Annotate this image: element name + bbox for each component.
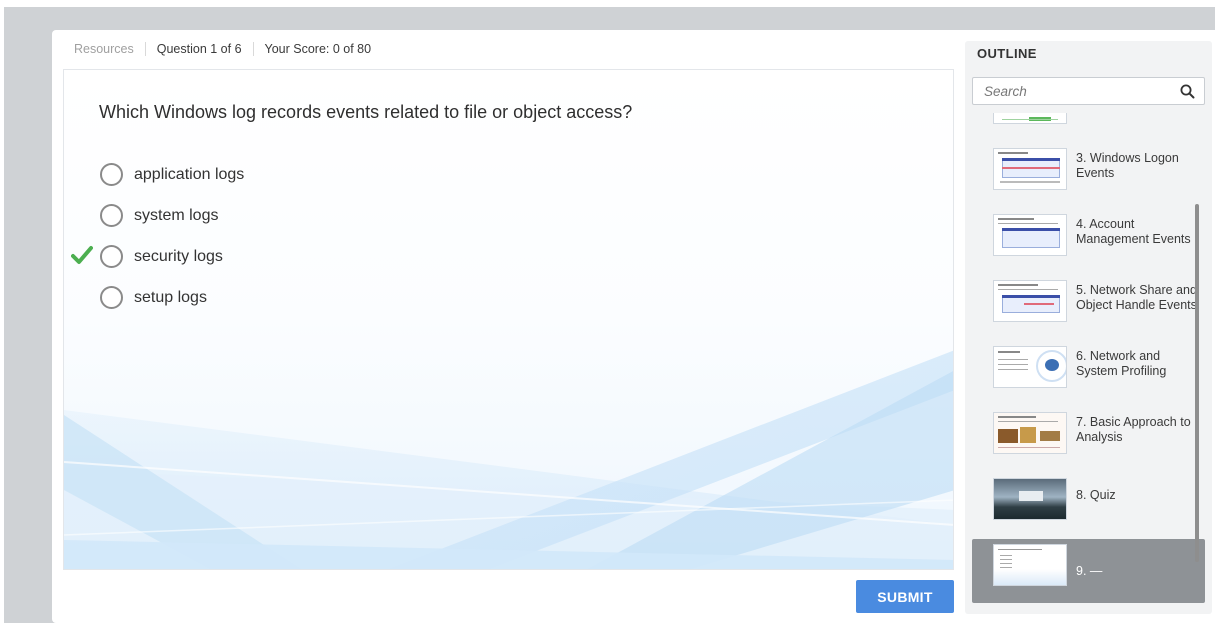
search-input[interactable]: [973, 78, 1173, 104]
option-label: setup logs: [134, 288, 207, 306]
answer-option[interactable]: system logs: [100, 195, 244, 236]
outline-title: OUTLINE: [977, 46, 1037, 61]
outline-item-account-management-events[interactable]: 4. Account Management Events: [972, 209, 1205, 273]
radio-button[interactable]: [100, 245, 123, 268]
outline-item-network-share-events[interactable]: 5. Network Share and Object Handle Event…: [972, 275, 1205, 339]
question-text: Which Windows log records events related…: [99, 102, 633, 122]
outline-item-partial[interactable]: [972, 113, 1205, 141]
outline-item-basic-approach[interactable]: 7. Basic Approach to Analysis: [972, 407, 1205, 471]
answer-options: application logs system logs security lo…: [71, 154, 244, 318]
outline-item-label: 5. Network Share and Object Handle Event…: [1076, 283, 1197, 312]
slide-thumbnail: [993, 280, 1067, 322]
outline-scrollbar[interactable]: [1195, 204, 1199, 562]
option-label: system logs: [134, 206, 219, 224]
slide-thumbnail: [993, 214, 1067, 256]
outline-panel: OUTLINE 3. Windows Logon Events: [965, 41, 1212, 614]
outline-item-label: 3. Windows Logon Events: [1076, 151, 1179, 180]
option-label: security logs: [134, 247, 223, 265]
outline-item-label: 9. —: [1076, 564, 1103, 578]
window-top-strip: [0, 0, 1215, 7]
topbar-divider: [144, 42, 146, 56]
outline-item-label: 7. Basic Approach to Analysis: [1076, 415, 1191, 444]
slide-thumbnail: [993, 113, 1067, 124]
option-label: application logs: [134, 165, 245, 183]
answer-option[interactable]: application logs: [100, 154, 244, 195]
quiz-slide: Which Windows log records events related…: [63, 69, 954, 570]
score-display: Your Score: 0 of 80: [264, 42, 372, 56]
question-counter: Question 1 of 6: [156, 42, 242, 56]
answer-option[interactable]: security logs: [71, 236, 244, 277]
slide-thumbnail: [993, 478, 1067, 520]
correct-check-icon: [71, 246, 93, 264]
answer-option[interactable]: setup logs: [100, 277, 244, 318]
slide-thumbnail: [993, 148, 1067, 190]
outline-item-label: 4. Account Management Events: [1076, 217, 1191, 246]
resources-link[interactable]: Resources: [74, 42, 134, 56]
submit-button[interactable]: SUBMIT: [856, 580, 954, 613]
outline-item-network-system-profiling[interactable]: 6. Network and System Profiling: [972, 341, 1205, 405]
player-topbar: Resources Question 1 of 6 Your Score: 0 …: [74, 40, 371, 58]
slide-thumbnail: [993, 346, 1067, 388]
outline-item-quiz[interactable]: 8. Quiz: [972, 473, 1205, 537]
radio-button[interactable]: [100, 286, 123, 309]
outline-item-windows-logon-events[interactable]: 3. Windows Logon Events: [972, 143, 1205, 207]
slide-thumbnail: [993, 544, 1067, 586]
search-icon[interactable]: [1180, 84, 1195, 99]
outline-item-label: 8. Quiz: [1076, 488, 1116, 502]
outline-search: [972, 77, 1205, 105]
outline-item-label: 6. Network and System Profiling: [1076, 349, 1167, 378]
slide-thumbnail: [993, 412, 1067, 454]
topbar-divider: [252, 42, 254, 56]
slide-background-graphic: [64, 350, 953, 569]
outline-item-current[interactable]: 9. —: [972, 539, 1205, 603]
radio-button[interactable]: [100, 204, 123, 227]
outline-list: 3. Windows Logon Events 4. Account Manag…: [972, 113, 1205, 603]
radio-button[interactable]: [100, 163, 123, 186]
